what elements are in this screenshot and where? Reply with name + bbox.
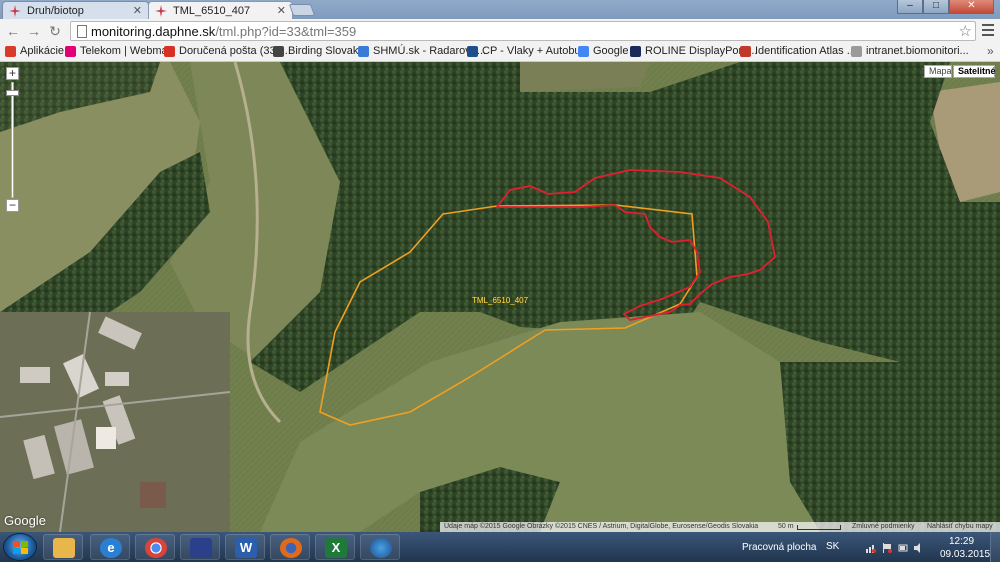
zoom-out-button[interactable]: − <box>6 199 19 212</box>
zoom-slider-handle[interactable] <box>6 90 19 96</box>
tab-label: Druh/biotop <box>27 5 84 17</box>
back-button[interactable]: ← <box>4 23 22 39</box>
daphne-icon <box>9 5 21 17</box>
page-icon <box>851 46 862 57</box>
google-icon <box>578 46 589 57</box>
map-attribution-bar: Údaje máp ©2015 Google Obrázky ©2015 CNE… <box>440 522 1000 532</box>
cp-icon <box>467 46 478 57</box>
browser-toolbar: ← → ↻ monitoring.daphne.sk/tml.php?id=33… <box>0 19 1000 43</box>
bs-icon <box>273 46 284 57</box>
url-text[interactable]: monitoring.daphne.sk/tml.php?id=33&tml=3… <box>91 24 356 39</box>
page-icon <box>77 25 87 38</box>
bookmark-star-icon[interactable]: ☆ <box>959 22 972 40</box>
excel-icon: X <box>325 538 347 558</box>
bookmark-label: intranet.biomonitori... <box>866 45 969 57</box>
reload-button[interactable]: ↻ <box>46 23 64 39</box>
bookmarks-bar: Aplikácie Telekom | Webmail Doručená poš… <box>0 43 1000 62</box>
daphne-icon <box>155 5 167 17</box>
zoom-in-button[interactable]: + <box>6 67 19 80</box>
minimize-button[interactable]: – <box>897 0 923 14</box>
close-window-button[interactable]: ✕ <box>949 0 994 14</box>
clock-time[interactable]: 12:29 <box>949 536 974 547</box>
battery-icon[interactable] <box>898 543 908 553</box>
earth-icon <box>370 538 392 558</box>
language-indicator[interactable]: SK <box>826 541 839 552</box>
taskbar-chrome[interactable] <box>135 534 175 560</box>
scale-bar <box>797 525 841 530</box>
tab-close-icon[interactable]: ✕ <box>277 4 286 17</box>
clock-date[interactable]: 09.03.2015 <box>940 549 990 560</box>
bookmark-label: Google <box>593 45 629 57</box>
bookmark-intranet[interactable]: intranet.biomonitori... <box>851 45 969 60</box>
taskbar-firefox[interactable] <box>270 534 310 560</box>
chrome-icon <box>145 538 167 558</box>
speaker-icon[interactable] <box>914 543 924 553</box>
zoom-slider-track[interactable] <box>11 82 14 198</box>
desktop-toolbar-label[interactable]: Pracovná plocha <box>742 542 817 553</box>
bookmark-birding[interactable]: Birding Slovakia <box>273 45 367 60</box>
scale-label: 50 m <box>778 523 794 530</box>
bookmark-label: Identification Atlas ... <box>755 45 856 57</box>
map-type-map-button[interactable]: Mapa <box>924 65 952 78</box>
show-desktop-button[interactable] <box>990 532 1000 562</box>
terms-link[interactable]: Zmluvné podmienky <box>852 522 915 532</box>
folder-icon <box>53 538 75 558</box>
satellite-map[interactable]: + − Mapa Satelitné TML_6510_407 Google Ú… <box>0 62 1000 532</box>
new-tab-button[interactable] <box>288 4 316 16</box>
url-host: monitoring.daphne.sk <box>91 24 216 39</box>
bookmark-aplikacie[interactable]: Aplikácie <box>5 45 64 60</box>
bookmarks-overflow-button[interactable]: » <box>987 44 994 58</box>
roline-icon <box>630 46 641 57</box>
ie-icon: e <box>100 538 122 558</box>
telekom-icon <box>65 46 76 57</box>
taskbar-ie[interactable]: e <box>90 534 130 560</box>
tab-label: TML_6510_407 <box>173 5 251 17</box>
action-center-flag-icon[interactable] <box>882 543 892 553</box>
bookmark-telekom[interactable]: Telekom | Webmail <box>65 45 173 60</box>
bookmark-roline[interactable]: ROLINE DisplayPort ... <box>630 45 757 60</box>
tab-druh-biotop[interactable]: Druh/biotop ✕ <box>2 1 149 19</box>
maximize-button[interactable]: □ <box>923 0 949 14</box>
firefox-icon <box>280 538 302 558</box>
taskbar-save[interactable] <box>180 534 220 560</box>
atlas-icon <box>740 46 751 57</box>
url-path: /tml.php?id=33&tml=359 <box>215 24 357 39</box>
shmu-icon <box>358 46 369 57</box>
tab-tml[interactable]: TML_6510_407 ✕ <box>148 1 293 19</box>
report-error-link[interactable]: Nahlásiť chybu mapy <box>927 522 993 532</box>
forward-button[interactable]: → <box>25 23 43 39</box>
start-button[interactable] <box>3 533 37 561</box>
floppy-icon <box>190 538 212 558</box>
taskbar-google-earth[interactable] <box>360 534 400 560</box>
google-logo: Google <box>4 513 46 528</box>
bookmark-gmail[interactable]: Doručená pošta (335... <box>164 45 291 60</box>
bookmark-cp[interactable]: CP - Vlaky + Autobu... <box>467 45 590 60</box>
gmail-icon <box>164 46 175 57</box>
tab-strip: Druh/biotop ✕ TML_6510_407 ✕ – □ ✕ <box>0 0 1000 19</box>
windows-taskbar: e W X Pracovná plocha SK 12:29 09.03.201… <box>0 532 1000 562</box>
word-icon: W <box>235 538 257 558</box>
bookmark-label: CP - Vlaky + Autobu... <box>482 45 590 57</box>
taskbar-excel[interactable]: X <box>315 534 355 560</box>
taskbar-word[interactable]: W <box>225 534 265 560</box>
attribution-text: Údaje máp ©2015 Google Obrázky ©2015 CNE… <box>444 523 759 530</box>
bookmark-label: Birding Slovakia <box>288 45 367 57</box>
chrome-menu-icon[interactable] <box>982 24 994 37</box>
bookmark-atlas[interactable]: Identification Atlas ... <box>740 45 856 60</box>
tab-close-icon[interactable]: ✕ <box>133 4 142 17</box>
bookmark-google[interactable]: Google <box>578 45 628 60</box>
windows-logo-icon <box>13 541 28 554</box>
apps-icon <box>5 46 16 57</box>
taskbar-explorer[interactable] <box>43 534 83 560</box>
address-bar[interactable]: monitoring.daphne.sk/tml.php?id=33&tml=3… <box>70 21 976 41</box>
polygon-label: TML_6510_407 <box>472 296 529 305</box>
network-icon[interactable] <box>866 543 876 553</box>
map-type-satellite-button[interactable]: Satelitné <box>953 65 996 78</box>
bookmark-label: Telekom | Webmail <box>80 45 173 57</box>
bookmark-label: Aplikácie <box>20 45 65 57</box>
